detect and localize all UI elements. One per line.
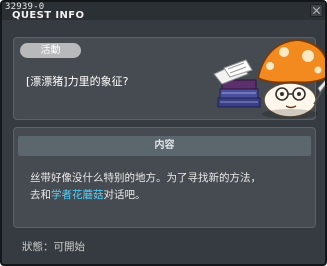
quest-content-panel: 内容 丝带好像没什么特别的地方。为了寻找新的方法， 去和学者花蘑菇对话吧。 bbox=[13, 127, 316, 228]
quest-name: [漂漂猪]力里的象征? bbox=[26, 75, 129, 88]
desc-line-2-suffix: 对话吧。 bbox=[103, 189, 146, 201]
status-value: 可開始 bbox=[53, 241, 86, 253]
status-separator: ： bbox=[43, 241, 54, 253]
status-row: 狀態：可開始 bbox=[22, 239, 85, 254]
category-tag: 活動 bbox=[20, 43, 81, 58]
desc-line-2-prefix: 去和 bbox=[30, 189, 51, 201]
quest-summary-panel: 活動 [漂漂猪]力里的象征? bbox=[13, 37, 325, 120]
close-icon[interactable] bbox=[310, 4, 323, 17]
quest-description: 丝带好像没什么特别的地方。为了寻找新的方法， 去和学者花蘑菇对话吧。 bbox=[30, 170, 310, 204]
mushroom-scholar-illustration bbox=[213, 39, 325, 119]
quest-info-window: 32939-0 QUEST INFO 活動 [漂漂猪]力里的象征? 内容 丝带好… bbox=[0, 0, 327, 266]
window-title: QUEST INFO bbox=[12, 10, 85, 21]
npc-name-link[interactable]: 学者花蘑菇 bbox=[51, 189, 104, 201]
content-header: 内容 bbox=[18, 136, 311, 156]
desc-line-1: 丝带好像没什么特别的地方。为了寻找新的方法， bbox=[30, 172, 261, 184]
title-bar[interactable]: 32939-0 QUEST INFO bbox=[2, 2, 325, 21]
status-label: 狀態 bbox=[22, 241, 43, 253]
